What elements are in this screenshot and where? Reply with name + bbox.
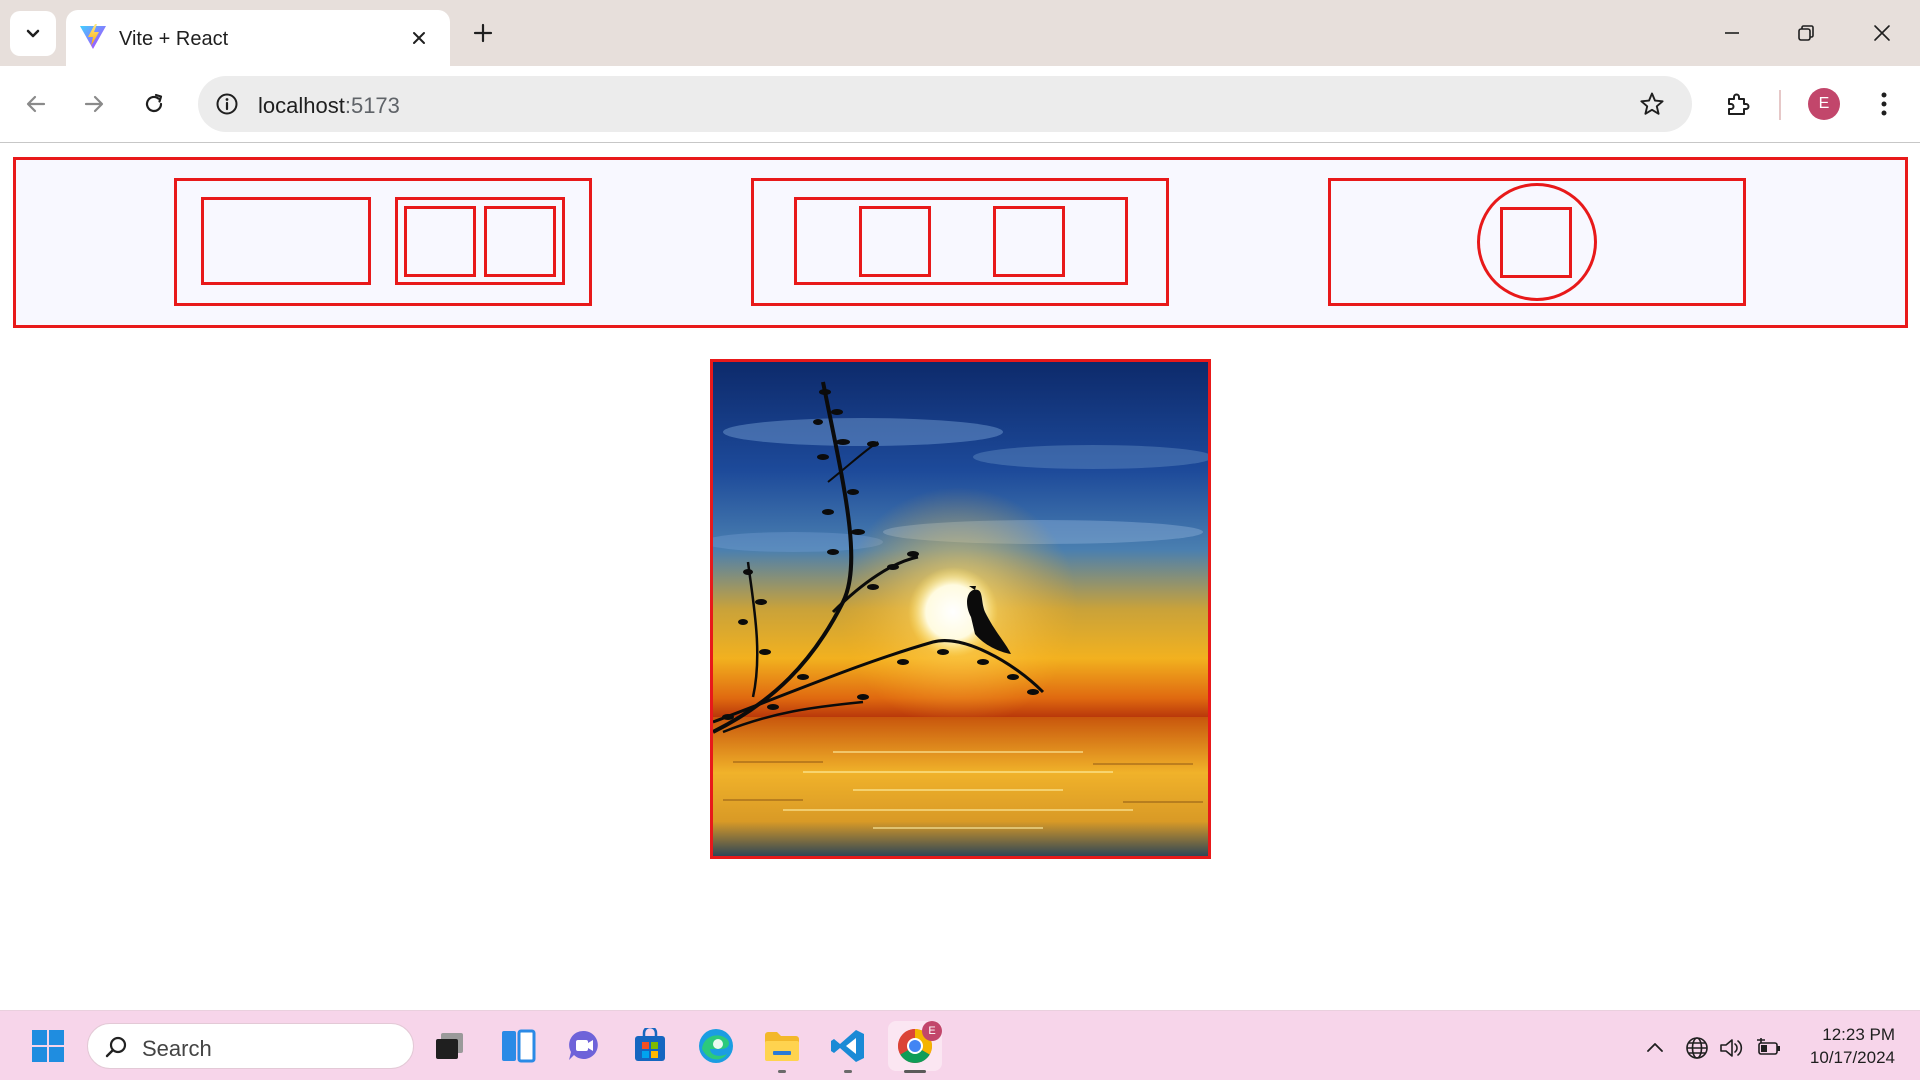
battery-button[interactable] <box>1754 1033 1784 1063</box>
file-explorer-button[interactable] <box>758 1022 806 1070</box>
restore-icon <box>1798 25 1814 41</box>
show-hidden-icons-button[interactable] <box>1640 1033 1670 1063</box>
speaker-icon <box>1720 1039 1743 1057</box>
clock-time: 12:23 PM <box>1822 1025 1895 1044</box>
edge-button[interactable] <box>692 1022 740 1070</box>
edge-icon <box>699 1029 733 1063</box>
tab-vite-react[interactable]: Vite + React <box>66 10 450 66</box>
nav-circle <box>1477 183 1597 301</box>
arrow-right-icon <box>84 95 104 113</box>
extensions-button[interactable] <box>1718 84 1758 124</box>
navbar-container <box>13 157 1908 328</box>
start-button[interactable] <box>24 1022 72 1070</box>
url-host: localhost <box>258 93 345 118</box>
nav-group-center <box>751 178 1169 306</box>
running-indicator <box>778 1070 786 1073</box>
chevron-up-icon <box>1647 1043 1663 1052</box>
tab-close-button[interactable] <box>404 23 434 53</box>
minimize-icon <box>1725 32 1739 34</box>
teams-button[interactable] <box>560 1022 608 1070</box>
url-port: :5173 <box>344 93 400 118</box>
toolbar-divider <box>1779 90 1781 120</box>
search-icon <box>105 1036 127 1058</box>
network-button[interactable] <box>1682 1033 1712 1063</box>
restore-button[interactable] <box>1786 14 1826 52</box>
nav-group-left <box>174 178 592 306</box>
browser-toolbar: localhost:5173 E <box>0 66 1920 143</box>
new-tab-button[interactable] <box>466 16 500 50</box>
nav-box-pair <box>395 197 565 285</box>
windows-logo-icon <box>32 1030 64 1062</box>
widgets-icon <box>502 1029 536 1063</box>
kebab-menu-icon <box>1881 92 1887 116</box>
battery-charging-icon <box>1757 1038 1780 1055</box>
nav-box-spaced <box>794 197 1128 285</box>
menu-button[interactable] <box>1864 84 1904 124</box>
nav-square <box>993 206 1065 277</box>
site-info-button[interactable] <box>212 89 242 119</box>
folder-icon <box>765 1032 799 1061</box>
nav-square <box>1500 207 1572 278</box>
tab-title: Vite + React <box>119 28 229 50</box>
reload-icon <box>145 93 163 113</box>
nav-square <box>859 206 931 277</box>
chrome-profile-badge: E <box>922 1021 942 1041</box>
back-button[interactable] <box>16 84 56 124</box>
sunset-bird-image <box>713 362 1208 856</box>
running-indicator <box>844 1070 852 1073</box>
puzzle-icon <box>1728 93 1750 115</box>
task-view-button[interactable] <box>426 1022 474 1070</box>
active-indicator <box>904 1070 926 1073</box>
volume-button[interactable] <box>1716 1033 1746 1063</box>
arrow-left-icon <box>26 95 46 113</box>
task-view-icon <box>436 1033 463 1059</box>
vscode-icon <box>831 1030 864 1062</box>
address-bar[interactable]: localhost:5173 <box>198 76 1692 132</box>
search-placeholder: Search <box>142 1036 212 1061</box>
vite-logo-icon <box>80 24 106 49</box>
vscode-button[interactable] <box>824 1022 872 1070</box>
nav-square <box>484 206 556 277</box>
bookmark-button[interactable] <box>1636 88 1668 120</box>
close-icon <box>1874 25 1890 41</box>
star-icon <box>1640 92 1664 115</box>
clock-date: 10/17/2024 <box>1809 1048 1895 1067</box>
page-viewport <box>0 144 1920 1010</box>
nav-box-wide <box>201 197 371 285</box>
store-button[interactable] <box>626 1022 674 1070</box>
forward-button[interactable] <box>74 84 114 124</box>
store-icon <box>635 1028 665 1061</box>
tab-strip: Vite + React <box>0 0 1920 66</box>
close-icon <box>413 32 425 44</box>
profile-avatar[interactable]: E <box>1808 88 1840 120</box>
teams-chat-icon <box>569 1030 598 1060</box>
url-text[interactable]: localhost:5173 <box>258 93 400 119</box>
globe-icon <box>1686 1037 1708 1059</box>
chevron-down-icon <box>26 29 40 37</box>
plus-icon <box>473 23 493 43</box>
widgets-button[interactable] <box>494 1022 542 1070</box>
hero-image <box>710 359 1211 859</box>
system-clock[interactable]: 12:23 PM 10/17/2024 <box>1795 1023 1895 1069</box>
nav-square <box>404 206 476 277</box>
info-icon <box>216 93 238 115</box>
minimize-button[interactable] <box>1712 14 1752 52</box>
nav-group-right <box>1328 178 1746 306</box>
close-window-button[interactable] <box>1862 14 1902 52</box>
taskbar-search[interactable]: Search <box>87 1023 414 1069</box>
reload-button[interactable] <box>134 84 174 124</box>
windows-taskbar: Search E 12:23 PM 10/17/2024 <box>0 1010 1920 1080</box>
chrome-button[interactable]: E <box>888 1021 942 1071</box>
tab-search-button[interactable] <box>10 11 56 56</box>
